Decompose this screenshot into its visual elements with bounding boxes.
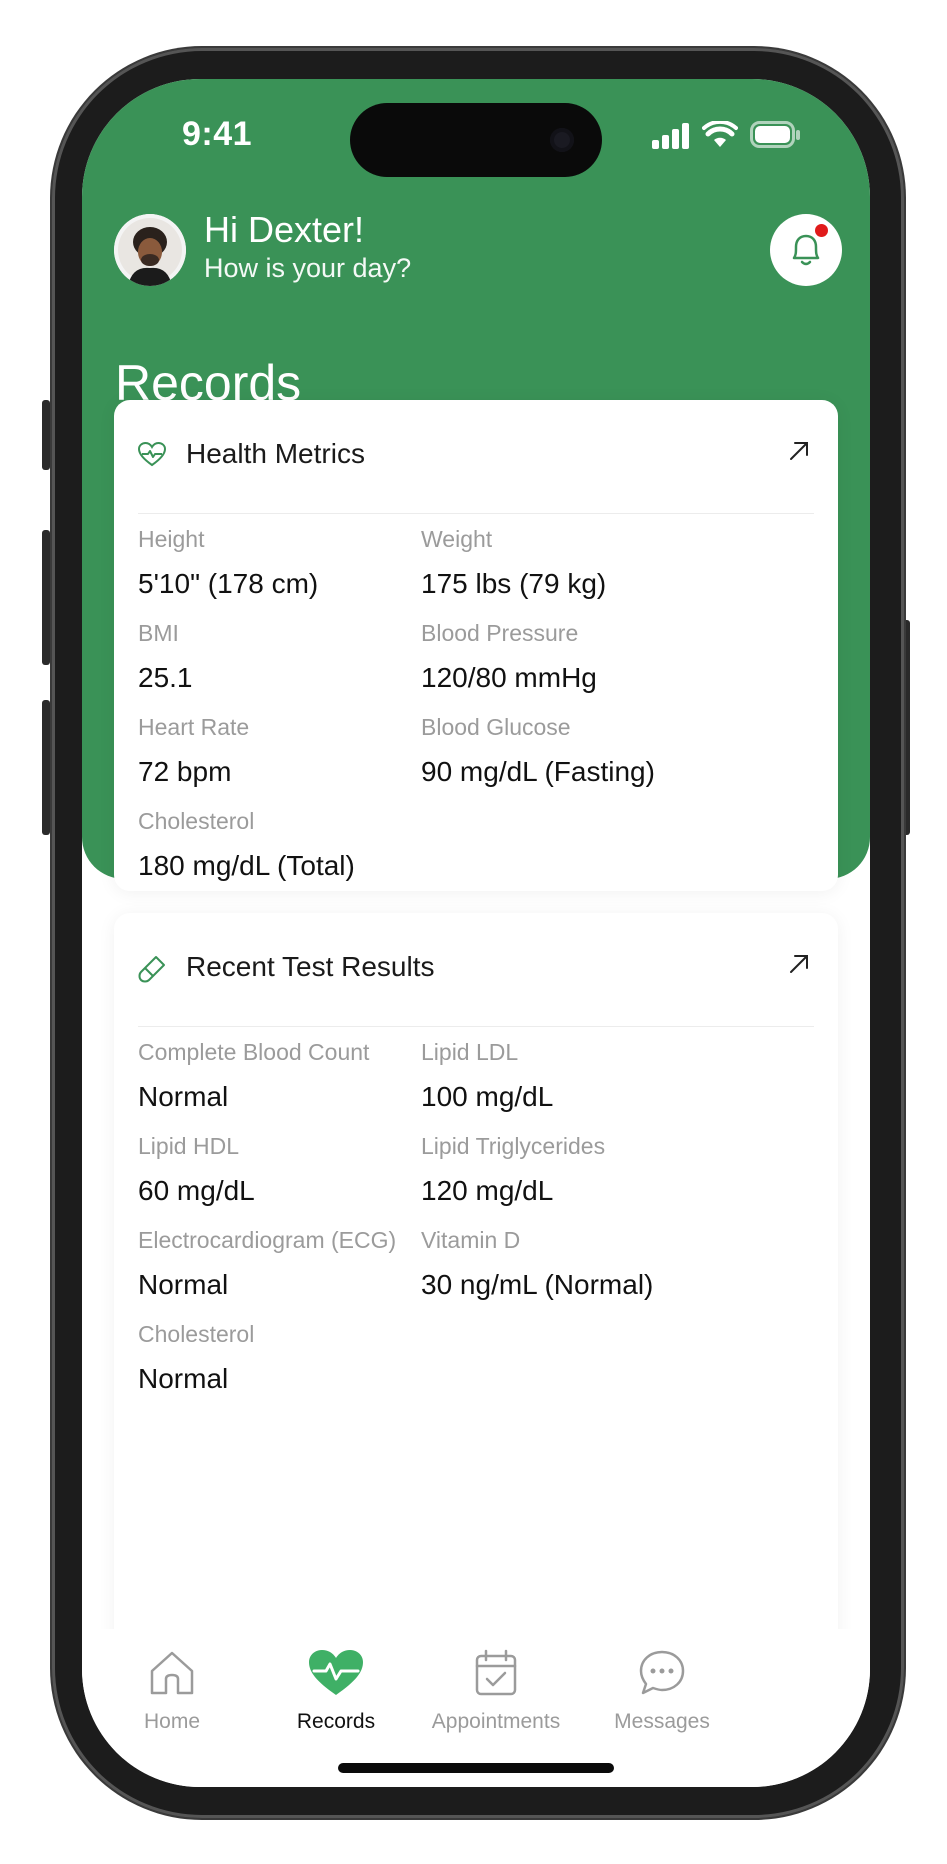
result-value: 30 ng/mL (Normal) (421, 1269, 654, 1300)
tab-messages[interactable]: Messages (572, 1647, 752, 1734)
volume-down-button[interactable] (42, 700, 50, 835)
home-indicator[interactable] (338, 1763, 614, 1773)
metric-label: Cholesterol (138, 808, 255, 834)
battery-icon (750, 121, 800, 148)
greeting-subtitle: How is your day? (204, 253, 412, 283)
dynamic-island (350, 103, 602, 177)
heart-pulse-icon (138, 442, 166, 467)
health-metrics-card: Health Metrics Height 5'10" (178 cm) Weig… (114, 400, 838, 891)
result-triglycerides: Lipid Triglycerides 120 mg/dL (421, 1131, 751, 1208)
card-header: Recent Test Results (138, 913, 814, 1027)
metric-label: Blood Glucose (421, 714, 571, 740)
tab-label: Records (296, 1710, 376, 1733)
volume-up-button[interactable] (42, 530, 50, 665)
result-label: Electrocardiogram (ECG) (138, 1227, 397, 1253)
metric-label: Blood Pressure (421, 620, 579, 646)
home-icon (150, 1651, 194, 1695)
result-label: Lipid Triglycerides (421, 1133, 606, 1159)
metric-label: BMI (138, 620, 179, 646)
card-title: Recent Test Results (186, 951, 435, 982)
chat-bubble-icon (639, 1650, 685, 1695)
metric-bmi: BMI 25.1 (138, 618, 468, 695)
result-value: 100 mg/dL (421, 1081, 554, 1112)
card-header: Health Metrics (138, 400, 814, 514)
result-label: Complete Blood Count (138, 1039, 370, 1065)
tab-home[interactable]: Home (82, 1647, 262, 1734)
result-value: 60 mg/dL (138, 1175, 255, 1206)
metric-blood-pressure: Blood Pressure 120/80 mmHg (421, 618, 751, 695)
test-results-card: Recent Test Results Complete Blood Count… (114, 913, 838, 1673)
result-value: Normal (138, 1363, 229, 1394)
calendar-check-icon (475, 1649, 517, 1696)
result-ecg: Electrocardiogram (ECG) Normal (138, 1225, 468, 1302)
camera-icon (550, 128, 574, 152)
metric-blood-glucose: Blood Glucose 90 mg/dL (Fasting) (421, 712, 751, 789)
metric-label: Height (138, 526, 205, 552)
result-label: Cholesterol (138, 1321, 255, 1347)
metric-height: Height 5'10" (178 cm) (138, 524, 468, 601)
open-arrow-icon[interactable] (788, 440, 810, 462)
test-tube-icon (138, 956, 165, 983)
metric-value: 5'10" (178 cm) (138, 568, 319, 599)
metric-label: Heart Rate (138, 714, 250, 740)
metric-value: 90 mg/dL (Fasting) (421, 756, 655, 787)
action-button[interactable] (42, 400, 50, 470)
metric-cholesterol: Cholesterol 180 mg/dL (Total) (138, 806, 468, 883)
metric-value: 25.1 (138, 662, 193, 693)
result-value: Normal (138, 1081, 229, 1112)
tab-label: Home (143, 1710, 201, 1733)
heart-pulse-icon (309, 1650, 363, 1695)
tab-label: Messages (614, 1710, 710, 1733)
metric-value: 180 mg/dL (Total) (138, 850, 355, 881)
result-vitamin-d: Vitamin D 30 ng/mL (Normal) (421, 1225, 751, 1302)
metric-value: 175 lbs (79 kg) (421, 568, 607, 599)
metric-value: 72 bpm (138, 756, 232, 787)
status-time: 9:41 (182, 115, 253, 153)
result-value: Normal (138, 1269, 229, 1300)
tab-label: Appointments (431, 1710, 561, 1733)
open-arrow-icon[interactable] (788, 953, 810, 975)
status-icons (652, 119, 822, 151)
metric-heart-rate: Heart Rate 72 bpm (138, 712, 468, 789)
avatar[interactable] (114, 214, 186, 286)
notifications-button[interactable] (770, 214, 842, 286)
app-screen: 9:41 Hi Dexter! How is your day? Records… (82, 79, 870, 1787)
greeting: Hi Dexter! How is your day? (204, 209, 411, 285)
greeting-title: Hi Dexter! (204, 209, 365, 250)
tab-records[interactable]: Records (246, 1647, 426, 1734)
result-value: 120 mg/dL (421, 1175, 554, 1206)
metric-weight: Weight 175 lbs (79 kg) (421, 524, 751, 601)
result-label: Lipid HDL (138, 1133, 239, 1159)
result-label: Vitamin D (421, 1227, 521, 1253)
card-title: Health Metrics (186, 438, 365, 469)
metric-value: 120/80 mmHg (421, 662, 597, 693)
result-lipid-hdl: Lipid HDL 60 mg/dL (138, 1131, 468, 1208)
cellular-signal-icon (652, 123, 689, 149)
tab-appointments[interactable]: Appointments (406, 1647, 586, 1734)
wifi-icon (702, 121, 738, 147)
result-label: Lipid LDL (421, 1039, 519, 1065)
metric-label: Weight (421, 526, 493, 552)
result-lipid-ldl: Lipid LDL 100 mg/dL (421, 1037, 751, 1114)
result-cbc: Complete Blood Count Normal (138, 1037, 468, 1114)
notification-badge (815, 224, 828, 237)
result-cholesterol: Cholesterol Normal (138, 1319, 468, 1396)
profile-photo (114, 214, 186, 286)
